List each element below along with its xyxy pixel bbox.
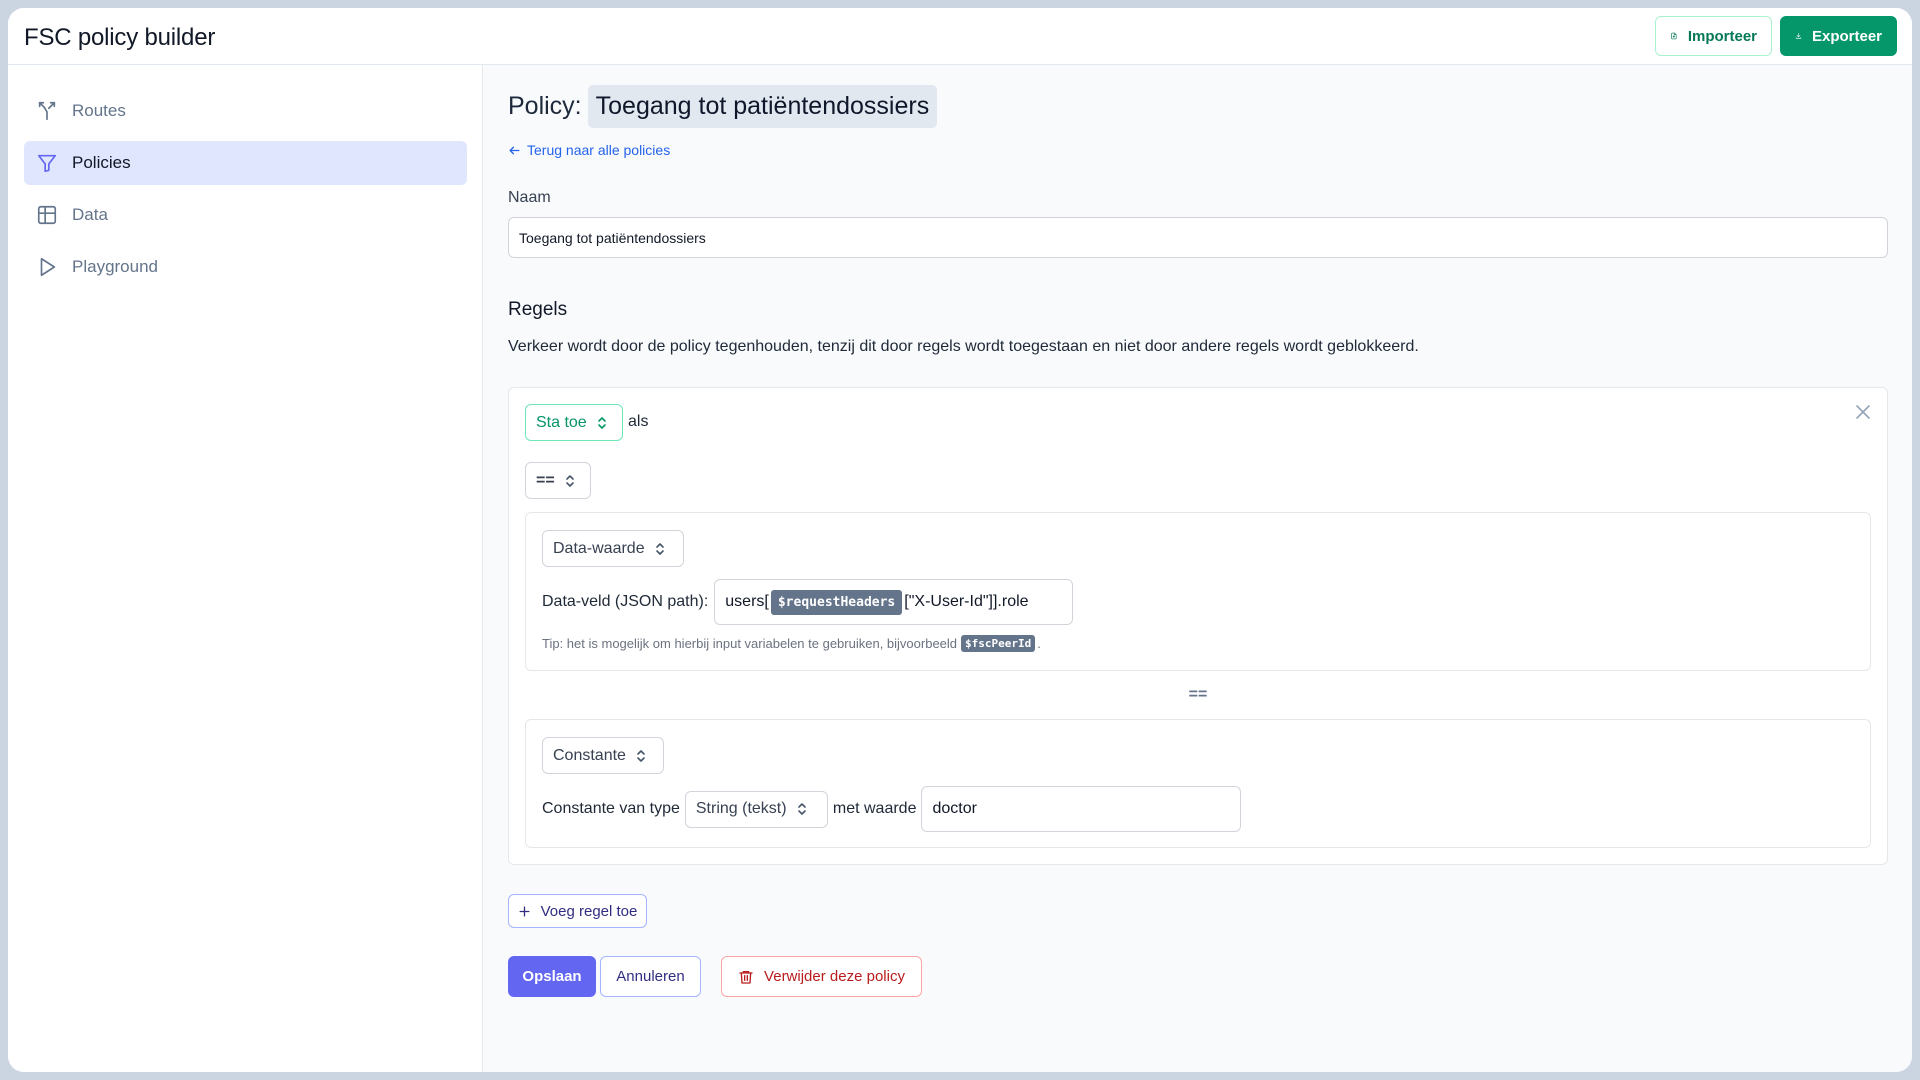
- constant-type-value: String (tekst): [695, 800, 787, 817]
- chevron-up-down-icon: [597, 416, 606, 429]
- sidebar: Routes Policies Data Playground: [8, 65, 483, 1072]
- left-source-value: Data-waarde: [553, 539, 645, 557]
- play-icon: [40, 257, 56, 277]
- close-icon[interactable]: [1853, 402, 1873, 422]
- app-window: FSC policy builder Importeer Exporteer R…: [8, 8, 1912, 1072]
- add-rule-button[interactable]: Voeg regel toe: [508, 894, 647, 928]
- operator-select[interactable]: ==: [525, 462, 591, 499]
- sidebar-item-label: Data: [72, 205, 108, 224]
- export-label: Exporteer: [1811, 27, 1882, 45]
- sidebar-item-label: Routes: [72, 101, 126, 120]
- table-icon: [37, 205, 57, 225]
- cancel-button[interactable]: Annuleren: [600, 956, 701, 997]
- delete-policy-button[interactable]: Verwijder deze policy: [721, 956, 922, 997]
- policy-name-pill: Toegang tot patiëntendossiers: [587, 85, 938, 128]
- add-rule-label: Voeg regel toe: [540, 902, 638, 920]
- constant-value-label: met waarde: [832, 800, 917, 817]
- chevron-up-down-icon: [655, 542, 664, 555]
- operator-value: ==: [536, 471, 555, 489]
- delete-policy-label: Verwijder deze policy: [764, 968, 905, 985]
- trash-icon: [739, 970, 753, 984]
- plus-icon: [519, 906, 530, 916]
- left-operand-card: Data-waarde Data-veld (JSON path): users…: [525, 512, 1871, 671]
- page-title: Policy: Toegang tot patiëntendossiers: [508, 85, 938, 128]
- back-link-label: Terug naar alle policies: [527, 142, 671, 158]
- right-operand-card: Constante Constante van type String (tek…: [525, 719, 1871, 848]
- sidebar-item-policies[interactable]: Policies: [24, 141, 467, 185]
- save-button[interactable]: Opslaan: [508, 956, 596, 997]
- name-input[interactable]: [508, 217, 1888, 258]
- json-path-input[interactable]: users[ $requestHeaders ["X-User-Id"]].ro…: [714, 579, 1074, 625]
- constant-row: Constante van type String (tekst) met wa…: [542, 786, 1242, 832]
- policy-prefix: Policy:: [508, 92, 582, 120]
- tip-text: Tip: het is mogelijk om hierbij input va…: [542, 635, 1041, 652]
- export-button[interactable]: Exporteer: [1780, 16, 1897, 56]
- constant-value-input[interactable]: [921, 786, 1242, 832]
- als-label: als: [628, 413, 649, 430]
- rule-action-value: Sta toe: [536, 413, 587, 431]
- main-content: Policy: Toegang tot patiëntendossiers Te…: [483, 65, 1912, 1072]
- app-title: FSC policy builder: [24, 24, 216, 51]
- operator-separator: ==: [1188, 686, 1208, 703]
- sidebar-item-data[interactable]: Data: [24, 193, 467, 237]
- json-prefix: users[: [725, 593, 769, 610]
- download-icon: [1795, 33, 1802, 39]
- rules-title: Regels: [508, 299, 568, 320]
- json-path-label: Data-veld (JSON path):: [542, 593, 709, 610]
- rules-description: Verkeer wordt door de policy tegenhouden…: [508, 338, 1419, 355]
- chevron-up-down-icon: [565, 474, 574, 487]
- sidebar-item-label: Playground: [72, 257, 159, 276]
- name-label: Naam: [508, 189, 551, 206]
- chevron-up-down-icon: [637, 749, 645, 762]
- chevron-up-down-icon: [797, 803, 806, 815]
- constant-type-label: Constante van type: [542, 800, 680, 817]
- sidebar-item-routes[interactable]: Routes: [24, 89, 467, 133]
- rule-card: Sta toe als == Data-waarde Data-veld (JS…: [508, 387, 1888, 865]
- import-label: Importeer: [1687, 27, 1757, 45]
- json-suffix: ["X-User-Id"]].role: [904, 593, 1029, 610]
- routes-icon: [38, 101, 56, 121]
- right-source-select[interactable]: Constante: [542, 737, 664, 774]
- left-source-select[interactable]: Data-waarde: [542, 530, 684, 567]
- back-link[interactable]: Terug naar alle policies: [508, 142, 670, 158]
- constant-type-select[interactable]: String (tekst): [684, 790, 828, 828]
- sidebar-item-label: Policies: [72, 153, 131, 172]
- tip-variable-chip: $fscPeerId: [961, 635, 1036, 652]
- tip-end: .: [1037, 636, 1041, 651]
- json-path-row: Data-veld (JSON path): users[ $requestHe…: [542, 579, 1074, 625]
- variable-chip: $requestHeaders: [770, 589, 903, 615]
- header: FSC policy builder Importeer Exporteer: [8, 8, 1912, 65]
- arrow-left-icon: [509, 146, 520, 154]
- tip-label: Tip: het is mogelijk om hierbij input va…: [542, 636, 958, 651]
- filter-icon: [37, 154, 57, 173]
- sidebar-item-playground[interactable]: Playground: [24, 245, 467, 289]
- file-upload-icon: [1671, 32, 1677, 40]
- right-source-value: Constante: [553, 746, 626, 764]
- rule-action-select[interactable]: Sta toe: [525, 404, 623, 441]
- import-button[interactable]: Importeer: [1655, 16, 1772, 56]
